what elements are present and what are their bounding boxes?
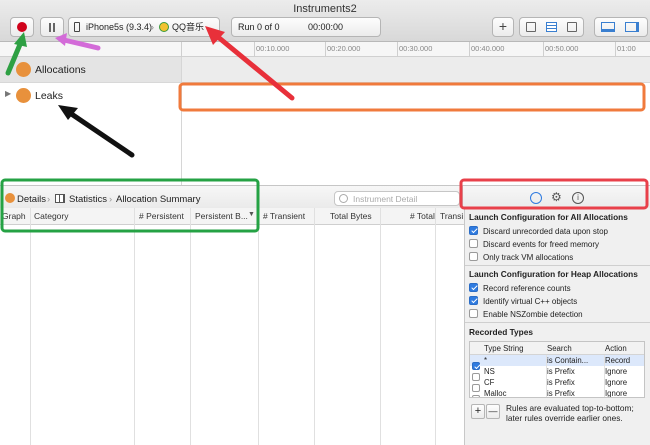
gear-icon[interactable]: ⚙ <box>551 190 562 204</box>
iphone-icon <box>74 22 80 32</box>
info-icon[interactable]: i <box>572 192 584 204</box>
checkbox[interactable] <box>469 296 478 305</box>
section-title: Recorded Types <box>469 327 533 337</box>
crumb-details[interactable]: Details <box>17 194 46 205</box>
run-label: Run 0 of 0 <box>238 22 280 32</box>
view-options-segment <box>519 17 584 37</box>
search-icon <box>339 194 348 203</box>
inspector-panel: Launch Configuration for All Allocations… <box>464 208 650 445</box>
recorded-types-table: Type String Search Action * is Contain..… <box>469 341 645 398</box>
bottom-pane-toggle-icon[interactable] <box>601 22 615 32</box>
ruler-tick: 01:00 <box>617 44 636 53</box>
col-graph[interactable]: Graph <box>2 211 26 221</box>
option-nszombie[interactable]: Enable NSZombie detection <box>469 309 583 319</box>
qqmusic-app-icon <box>159 22 169 32</box>
ruler-tick: 00:30.000 <box>399 44 433 53</box>
add-rule-button[interactable]: + <box>471 404 485 419</box>
leaks-icon <box>16 88 31 103</box>
layout-segment <box>594 17 648 37</box>
app-name: QQ音乐 <box>172 22 205 32</box>
checkbox[interactable] <box>469 239 478 248</box>
chevron-right-icon: › <box>151 22 154 32</box>
recorded-types-header: Type String Search Action <box>470 342 644 355</box>
elapsed-time: 00:00:00 <box>308 22 344 32</box>
instruments-window: Instruments2 iPhone5s (9.3.4) › QQ音乐 Run… <box>0 0 650 445</box>
track-leaks[interactable]: ▶ Leaks <box>0 83 182 109</box>
chevron-right-icon: › <box>47 194 51 205</box>
record-button[interactable] <box>10 17 34 37</box>
right-pane-toggle-icon[interactable] <box>625 22 639 32</box>
table-row[interactable]: * is Contain... Record <box>470 355 644 370</box>
target-selector[interactable]: iPhone5s (9.3.4) › QQ音乐 <box>68 17 220 37</box>
allocations-icon <box>16 62 31 77</box>
table-row[interactable]: CF is Prefix Ignore <box>470 377 644 392</box>
track-area: Allocations ▶ Leaks <box>0 57 650 185</box>
sort-descending-icon: ▼ <box>248 211 255 218</box>
record-icon <box>17 22 27 32</box>
track-label: Allocations <box>35 64 86 76</box>
run-status: Run 0 of 0 00:00:00 <box>231 17 381 37</box>
remove-rule-button[interactable]: — <box>486 404 500 419</box>
crumb-allocation-summary[interactable]: Allocation Summary <box>116 194 200 205</box>
col-category[interactable]: Category <box>34 211 69 221</box>
instrument-icon <box>5 193 15 203</box>
rules-note: Rules are evaluated top-to-bottom; later… <box>506 403 634 423</box>
track-allocations[interactable]: Allocations <box>0 57 182 82</box>
instrument-detail-search[interactable]: Instrument Detail <box>334 191 460 206</box>
list-view-icon[interactable] <box>546 22 557 32</box>
section-title: Launch Configuration for Heap Allocation… <box>469 269 638 279</box>
track-label: Leaks <box>35 90 64 102</box>
ruler-tick: 00:20.000 <box>327 44 361 53</box>
table-header: Graph Category # Persistent Persistent B… <box>0 208 464 225</box>
allocations-graph[interactable] <box>182 57 650 82</box>
record-settings-inspector-icon[interactable] <box>530 192 542 204</box>
timeline-ruler[interactable]: 00:10.000 00:20.000 00:30.000 00:40.000 … <box>0 42 650 57</box>
col-transient-bytes[interactable]: Transi <box>440 211 464 221</box>
device-name: iPhone5s (9.3.4) <box>86 22 153 32</box>
col-persistent-count[interactable]: # Persistent <box>139 211 184 221</box>
option-discard-freed[interactable]: Discard events for freed memory <box>469 239 599 249</box>
chevron-right-icon: › <box>109 194 113 205</box>
crumb-statistics[interactable]: Statistics <box>69 194 107 205</box>
col-persistent-bytes[interactable]: Persistent B... <box>195 211 255 221</box>
window-title: Instruments2 <box>293 3 357 15</box>
col-total[interactable]: # Total <box>410 211 435 221</box>
section-title: Launch Configuration for All Allocations <box>469 212 628 222</box>
disclosure-triangle-icon[interactable]: ▶ <box>5 89 11 98</box>
ruler-tick: 00:40.000 <box>471 44 505 53</box>
table-row[interactable]: NS is Prefix Ignore <box>470 366 644 381</box>
checkbox[interactable] <box>469 226 478 235</box>
option-only-vm[interactable]: Only track VM allocations <box>469 252 573 262</box>
ruler-tick: 00:50.000 <box>545 44 579 53</box>
record-settings-icon[interactable] <box>526 22 536 32</box>
pause-icon <box>49 23 51 32</box>
option-discard-unrecorded[interactable]: Discard unrecorded data upon stop <box>469 226 608 236</box>
ruler-tick: 00:10.000 <box>256 44 290 53</box>
search-placeholder: Instrument Detail <box>353 194 418 204</box>
pause-button[interactable] <box>40 17 64 37</box>
col-total-bytes[interactable]: Total Bytes <box>330 211 372 221</box>
add-instrument-button[interactable]: + <box>492 17 514 37</box>
toolbar: Instruments2 iPhone5s (9.3.4) › QQ音乐 Run… <box>0 0 650 42</box>
col-transient[interactable]: # Transient <box>263 211 305 221</box>
grid-view-icon[interactable] <box>567 22 577 32</box>
table-row[interactable]: Malloc is Prefix Ignore <box>470 388 644 397</box>
checkbox[interactable] <box>469 283 478 292</box>
checkbox[interactable] <box>469 252 478 261</box>
option-record-refcounts[interactable]: Record reference counts <box>469 283 571 293</box>
checkbox[interactable] <box>469 309 478 318</box>
option-identify-cpp[interactable]: Identify virtual C++ objects <box>469 296 577 306</box>
table-icon <box>55 194 65 203</box>
